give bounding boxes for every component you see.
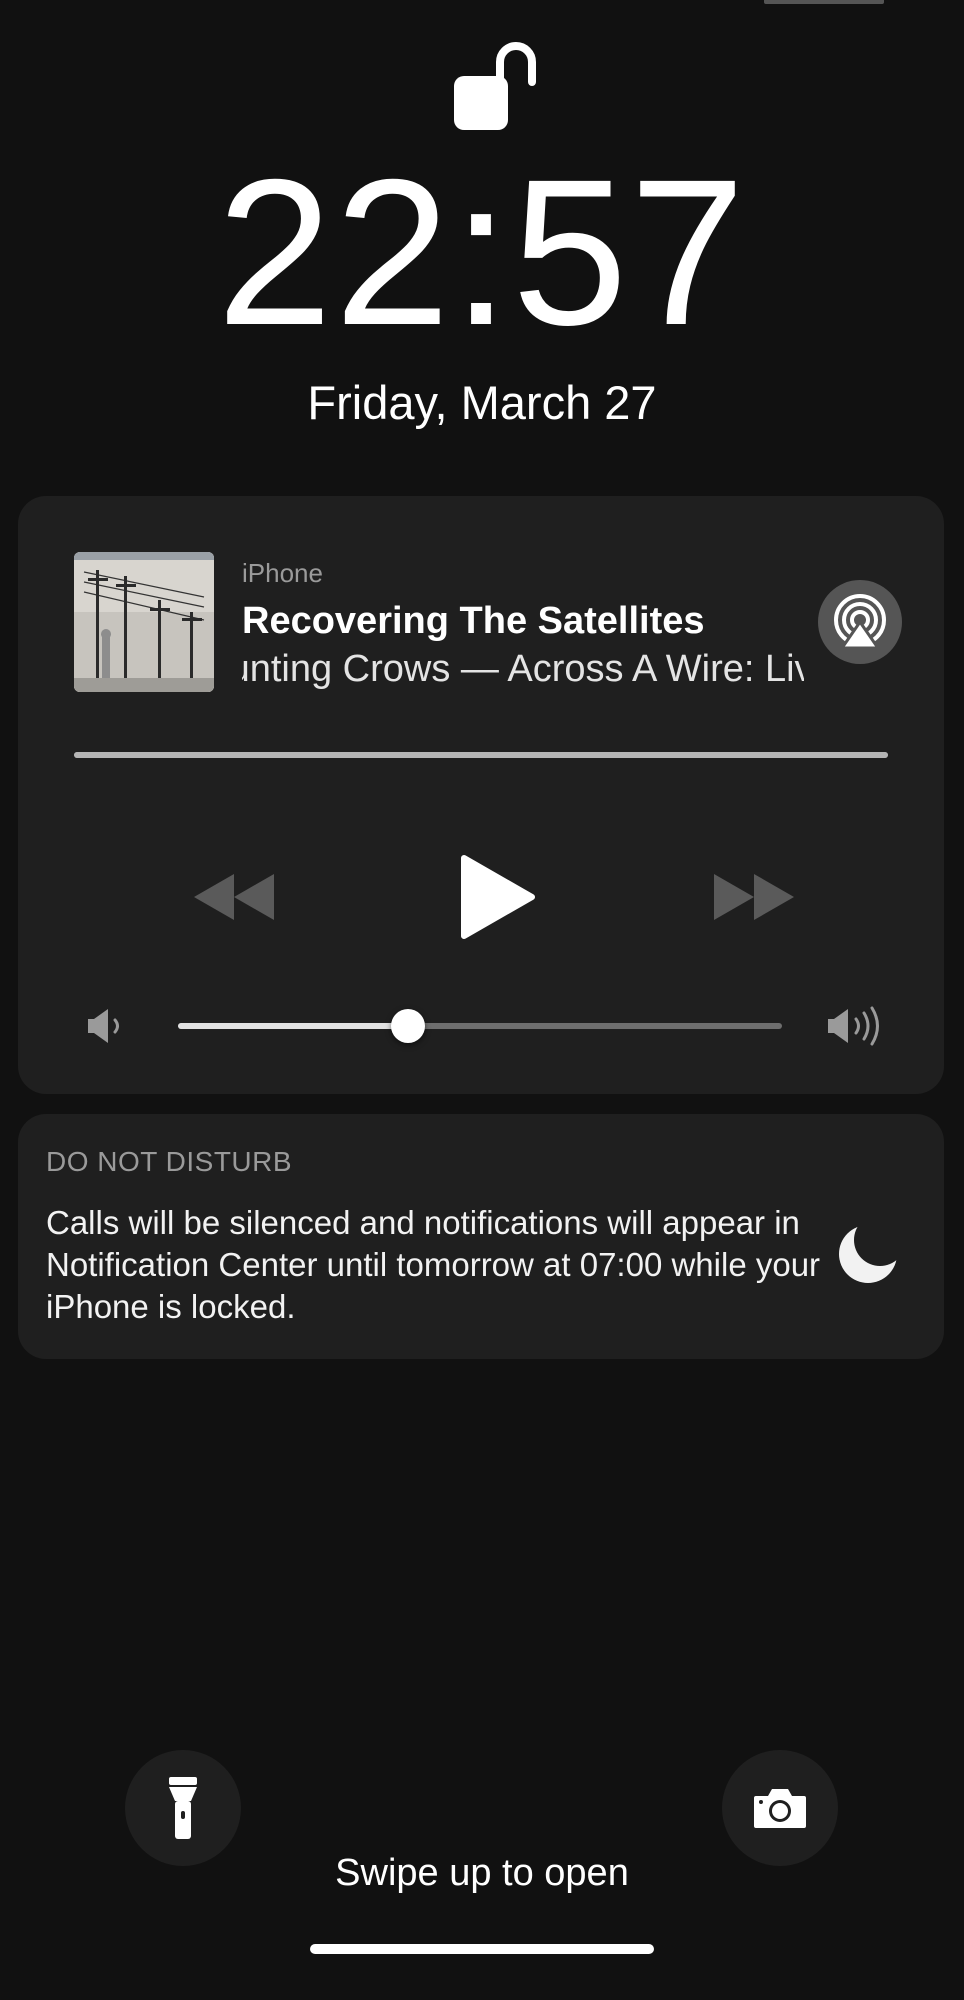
rewind-icon [194,874,274,920]
airplay-button[interactable] [818,580,902,664]
playback-source: iPhone [242,558,323,588]
now-playing-card[interactable]: iPhone Recovering The Satellites Countin… [18,496,944,1094]
artist-album-text: Counting Crows — Across A Wire: Live In … [242,648,804,690]
camera-icon [754,1789,806,1828]
play-button[interactable] [438,832,558,962]
speaker-high-icon [828,1006,879,1046]
moon-icon [839,1225,897,1283]
fast-forward-button[interactable] [694,852,814,942]
lock-screen: 22:57 Friday, March 27 iPhone Recovering… [0,0,964,2000]
volume-slider-fill [178,1023,408,1029]
album-artwork[interactable] [74,552,214,692]
camera-button[interactable] [722,1750,838,1866]
fast-forward-icon [714,874,794,920]
clock-date: Friday, March 27 [307,376,657,429]
speaker-low-icon [88,1009,119,1043]
artist-album-marquee: Counting Crows — Across A Wire: Live In … [242,648,804,698]
status-indicator [764,0,884,4]
playback-progress-bar[interactable] [74,752,888,758]
play-icon [461,855,535,939]
volume-slider[interactable] [178,1009,782,1043]
home-indicator[interactable] [310,1944,654,1954]
rewind-button[interactable] [174,852,294,942]
volume-slider-knob[interactable] [390,1009,425,1043]
clock-time: 22:57 [216,137,748,369]
airplay-icon [834,594,886,650]
unlocked-padlock-icon [454,42,536,130]
do-not-disturb-card[interactable]: DO NOT DISTURB Calls will be silenced an… [18,1114,944,1359]
flashlight-icon [169,1777,197,1839]
song-title: Recovering The Satellites [242,600,705,642]
swipe-up-hint: Swipe up to open [335,1852,629,1894]
dnd-heading: DO NOT DISTURB [46,1146,293,1177]
flashlight-button[interactable] [125,1750,241,1866]
playback-progress-fill [74,752,888,758]
dnd-message: Calls will be silenced and notifications… [46,1204,821,1325]
